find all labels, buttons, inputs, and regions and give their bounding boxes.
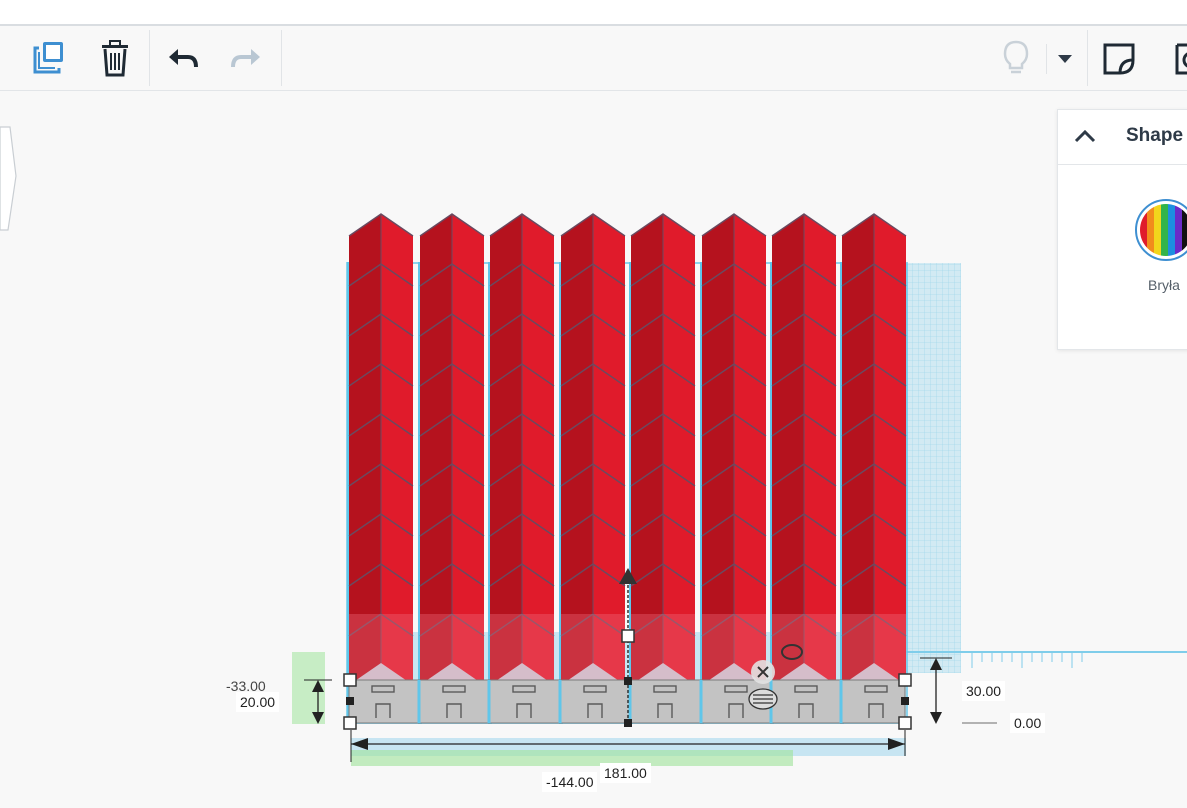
solid-color-swatch[interactable] [1134,198,1187,262]
column[interactable] [347,213,414,724]
column[interactable] [488,213,555,724]
toolbar-divider [149,30,150,86]
lightbulb-icon[interactable] [994,36,1038,80]
close-icon[interactable] [751,660,775,684]
title-bar [0,0,1187,26]
width-value[interactable]: 181.00 [600,763,651,783]
toolbar-divider [281,30,282,86]
column[interactable] [629,213,696,724]
width-dimension [350,730,906,766]
shape-panel: Shape Bryła [1057,109,1187,350]
gray-base[interactable] [348,679,906,724]
toolbar [0,26,1187,91]
column[interactable] [418,213,485,724]
toolbar-divider [1087,30,1088,86]
solid-label: Bryła [1148,277,1180,293]
view-cube[interactable] [0,126,17,231]
shape-panel-title: Shape [1126,125,1184,146]
elevation-top-value[interactable]: 30.00 [962,681,1006,701]
column[interactable] [559,213,626,724]
menu-icon[interactable] [748,688,778,710]
workplane-viewport[interactable]: -33.00 20.00 30.00 0.00 181.00 -144.00 [0,91,1187,808]
copy-icon[interactable] [27,36,71,80]
height-value[interactable]: 20.00 [236,692,280,712]
chevron-down-icon[interactable] [1043,36,1087,80]
column[interactable] [770,213,837,724]
chevron-up-icon[interactable] [1074,128,1096,144]
column[interactable] [840,213,907,724]
view-icon[interactable] [1162,36,1187,80]
elevation-value[interactable]: 0.00 [1010,713,1046,733]
trash-icon[interactable] [93,36,137,80]
redo-icon[interactable] [225,36,269,80]
note-icon[interactable] [1098,36,1142,80]
undo-icon[interactable] [160,36,204,80]
column[interactable] [700,213,767,724]
x-position-value[interactable]: -144.00 [542,772,598,792]
shape-panel-header[interactable]: Shape [1058,110,1187,165]
